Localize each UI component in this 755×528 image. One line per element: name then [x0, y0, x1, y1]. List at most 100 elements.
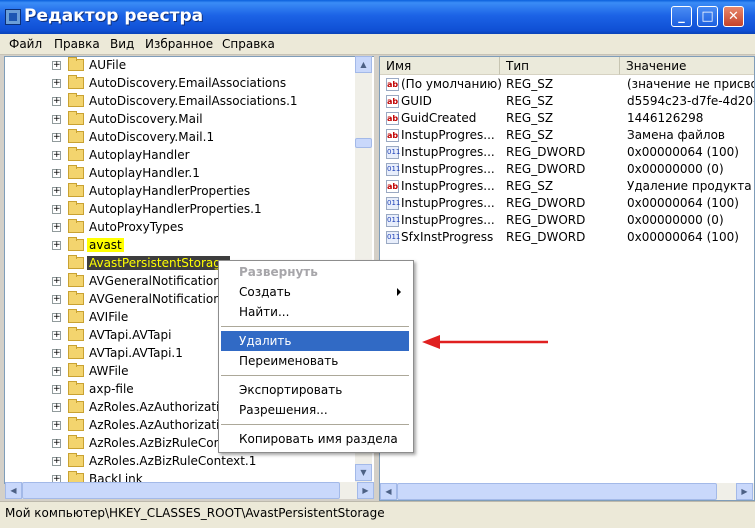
expand-plus-icon[interactable]: + [52, 223, 61, 232]
expand-plus-icon[interactable]: + [52, 295, 61, 304]
folder-icon [68, 129, 84, 143]
expand-plus-icon[interactable]: + [52, 97, 61, 106]
value-row[interactable]: 011 InstupProgres... REG_DWORD 0x00000064 (… [380, 195, 754, 212]
tree-item[interactable]: + AutoDiscovery.Mail [5, 111, 357, 129]
tree-item[interactable]: + AutoplayHandlerProperties [5, 183, 357, 201]
value-type: REG_DWORD [506, 145, 586, 159]
folder-icon [68, 219, 84, 233]
tree-item-label: axp-file [89, 382, 134, 396]
scroll-up-button[interactable]: ▲ [355, 56, 372, 73]
folder-icon [68, 453, 84, 467]
expand-plus-icon[interactable]: + [52, 151, 61, 160]
tree-item[interactable]: + AutoplayHandler.1 [5, 165, 357, 183]
tree-item-label: AVGeneralNotification.A [89, 274, 233, 288]
tree-item[interactable]: + AutoplayHandler [5, 147, 357, 165]
horizontal-scroll-thumb[interactable] [397, 483, 717, 500]
menu-item-export[interactable]: Экспортировать [221, 380, 409, 400]
expand-plus-icon[interactable]: + [52, 367, 61, 376]
column-type-header[interactable]: Тип [500, 57, 620, 75]
tree-horizontal-scrollbar[interactable]: ◀ ▶ [5, 482, 374, 499]
expand-plus-icon[interactable]: + [52, 277, 61, 286]
value-data: Замена файлов [627, 128, 725, 142]
folder-icon [68, 291, 84, 305]
value-row[interactable]: ab GUID REG_SZ d5594c23-d7fe-4d20- [380, 93, 754, 110]
scroll-right-button[interactable]: ▶ [736, 483, 753, 500]
expand-plus-icon[interactable]: + [52, 169, 61, 178]
value-data: Удаление продукта [627, 179, 752, 193]
column-data-header[interactable]: Значение [620, 57, 754, 75]
scroll-right-button[interactable]: ▶ [357, 482, 374, 499]
expand-plus-icon[interactable]: + [52, 241, 61, 250]
tree-item[interactable]: + AUFile [5, 57, 357, 75]
status-path: Мой компьютер\HKEY_CLASSES_ROOT\AvastPer… [5, 506, 385, 520]
value-row[interactable]: 011 SfxInstProgress REG_DWORD 0x00000064 (1… [380, 229, 754, 246]
value-row[interactable]: ab InstupProgres... REG_SZ Удаление продукт… [380, 178, 754, 195]
menu-bar: Файл Правка Вид Избранное Справка [0, 34, 755, 55]
menu-item-permissions[interactable]: Разрешения... [221, 400, 409, 420]
value-row[interactable]: ab GuidCreated REG_SZ 1446126298 [380, 110, 754, 127]
column-name-header[interactable]: Имя [380, 57, 500, 75]
menu-item-find[interactable]: Найти... [221, 302, 409, 322]
menu-item-rename[interactable]: Переименовать [221, 351, 409, 371]
menu-item-create[interactable]: Создать [221, 282, 409, 302]
tree-item-label: AzRoles.AzBizRuleContext.1 [89, 454, 257, 468]
tree-item[interactable]: + AutoplayHandlerProperties.1 [5, 201, 357, 219]
value-row[interactable]: 011 InstupProgres... REG_DWORD 0x00000064 (… [380, 144, 754, 161]
expand-plus-icon[interactable]: + [52, 421, 61, 430]
expand-plus-icon[interactable]: + [52, 187, 61, 196]
string-value-icon: ab [386, 78, 399, 91]
string-value-icon: ab [386, 180, 399, 193]
menu-item-expand[interactable]: Развернуть [221, 262, 409, 282]
menu-view[interactable]: Вид [110, 37, 134, 51]
string-value-icon: ab [386, 129, 399, 142]
tree-item[interactable]: + AutoDiscovery.EmailAssociations [5, 75, 357, 93]
menu-favorites[interactable]: Избранное [145, 37, 213, 51]
folder-icon [68, 57, 84, 71]
menu-item-copy-key-name[interactable]: Копировать имя раздела [221, 429, 409, 449]
tree-item-label: AutoDiscovery.EmailAssociations.1 [89, 94, 298, 108]
tree-item[interactable]: + AzRoles.AzBizRuleContext.1 [5, 453, 357, 471]
menu-item-delete[interactable]: Удалить [221, 331, 409, 351]
expand-plus-icon[interactable]: + [52, 205, 61, 214]
expand-plus-icon[interactable]: + [52, 349, 61, 358]
expand-plus-icon[interactable]: + [52, 133, 61, 142]
menu-file[interactable]: Файл [9, 37, 42, 51]
tree-item[interactable]: + AutoDiscovery.EmailAssociations.1 [5, 93, 357, 111]
expand-plus-icon[interactable]: + [52, 403, 61, 412]
value-data: 0x00000064 (100) [627, 230, 739, 244]
expand-plus-icon[interactable]: + [52, 457, 61, 466]
maximize-button[interactable]: □ [697, 6, 718, 27]
value-row[interactable]: ab InstupProgres... REG_SZ Замена файлов [380, 127, 754, 144]
expand-plus-icon[interactable]: + [52, 61, 61, 70]
values-horizontal-scrollbar[interactable]: ◀ ▶ [380, 483, 754, 500]
menu-help[interactable]: Справка [222, 37, 275, 51]
menu-edit[interactable]: Правка [54, 37, 100, 51]
expand-plus-icon[interactable]: + [52, 385, 61, 394]
scroll-left-button[interactable]: ◀ [5, 482, 22, 499]
value-row[interactable]: 011 InstupProgres... REG_DWORD 0x00000000 (… [380, 212, 754, 229]
values-list[interactable]: Имя Тип Значение ◀ ▶ ab (По умолчанию) REG… [379, 56, 755, 501]
value-type: REG_DWORD [506, 213, 586, 227]
tree-item[interactable]: + AutoProxyTypes [5, 219, 357, 237]
scroll-down-button[interactable]: ▼ [355, 464, 372, 481]
scroll-thumb[interactable] [355, 138, 372, 148]
expand-plus-icon[interactable]: + [52, 115, 61, 124]
horizontal-scroll-thumb[interactable] [22, 482, 340, 499]
close-button[interactable]: ✕ [723, 6, 744, 27]
expand-plus-icon[interactable]: + [52, 439, 61, 448]
expand-plus-icon[interactable]: + [52, 331, 61, 340]
tree-item[interactable]: + AutoDiscovery.Mail.1 [5, 129, 357, 147]
value-row[interactable]: ab (По умолчанию) REG_SZ (значение не присв… [380, 76, 754, 93]
value-name: InstupProgres... [401, 196, 495, 210]
binary-value-icon: 011 [386, 197, 400, 210]
expand-plus-icon[interactable]: + [52, 313, 61, 322]
value-row[interactable]: 011 InstupProgres... REG_DWORD 0x00000000 (… [380, 161, 754, 178]
expand-plus-icon[interactable]: + [52, 79, 61, 88]
minimize-button[interactable]: _ [671, 6, 692, 27]
regedit-app-icon [5, 9, 21, 25]
folder-icon [68, 75, 84, 89]
title-bar[interactable]: Редактор реестра _ □ ✕ [0, 0, 755, 34]
folder-icon [68, 435, 84, 449]
scroll-left-button[interactable]: ◀ [380, 483, 397, 500]
tree-item[interactable]: + avast [5, 237, 357, 255]
